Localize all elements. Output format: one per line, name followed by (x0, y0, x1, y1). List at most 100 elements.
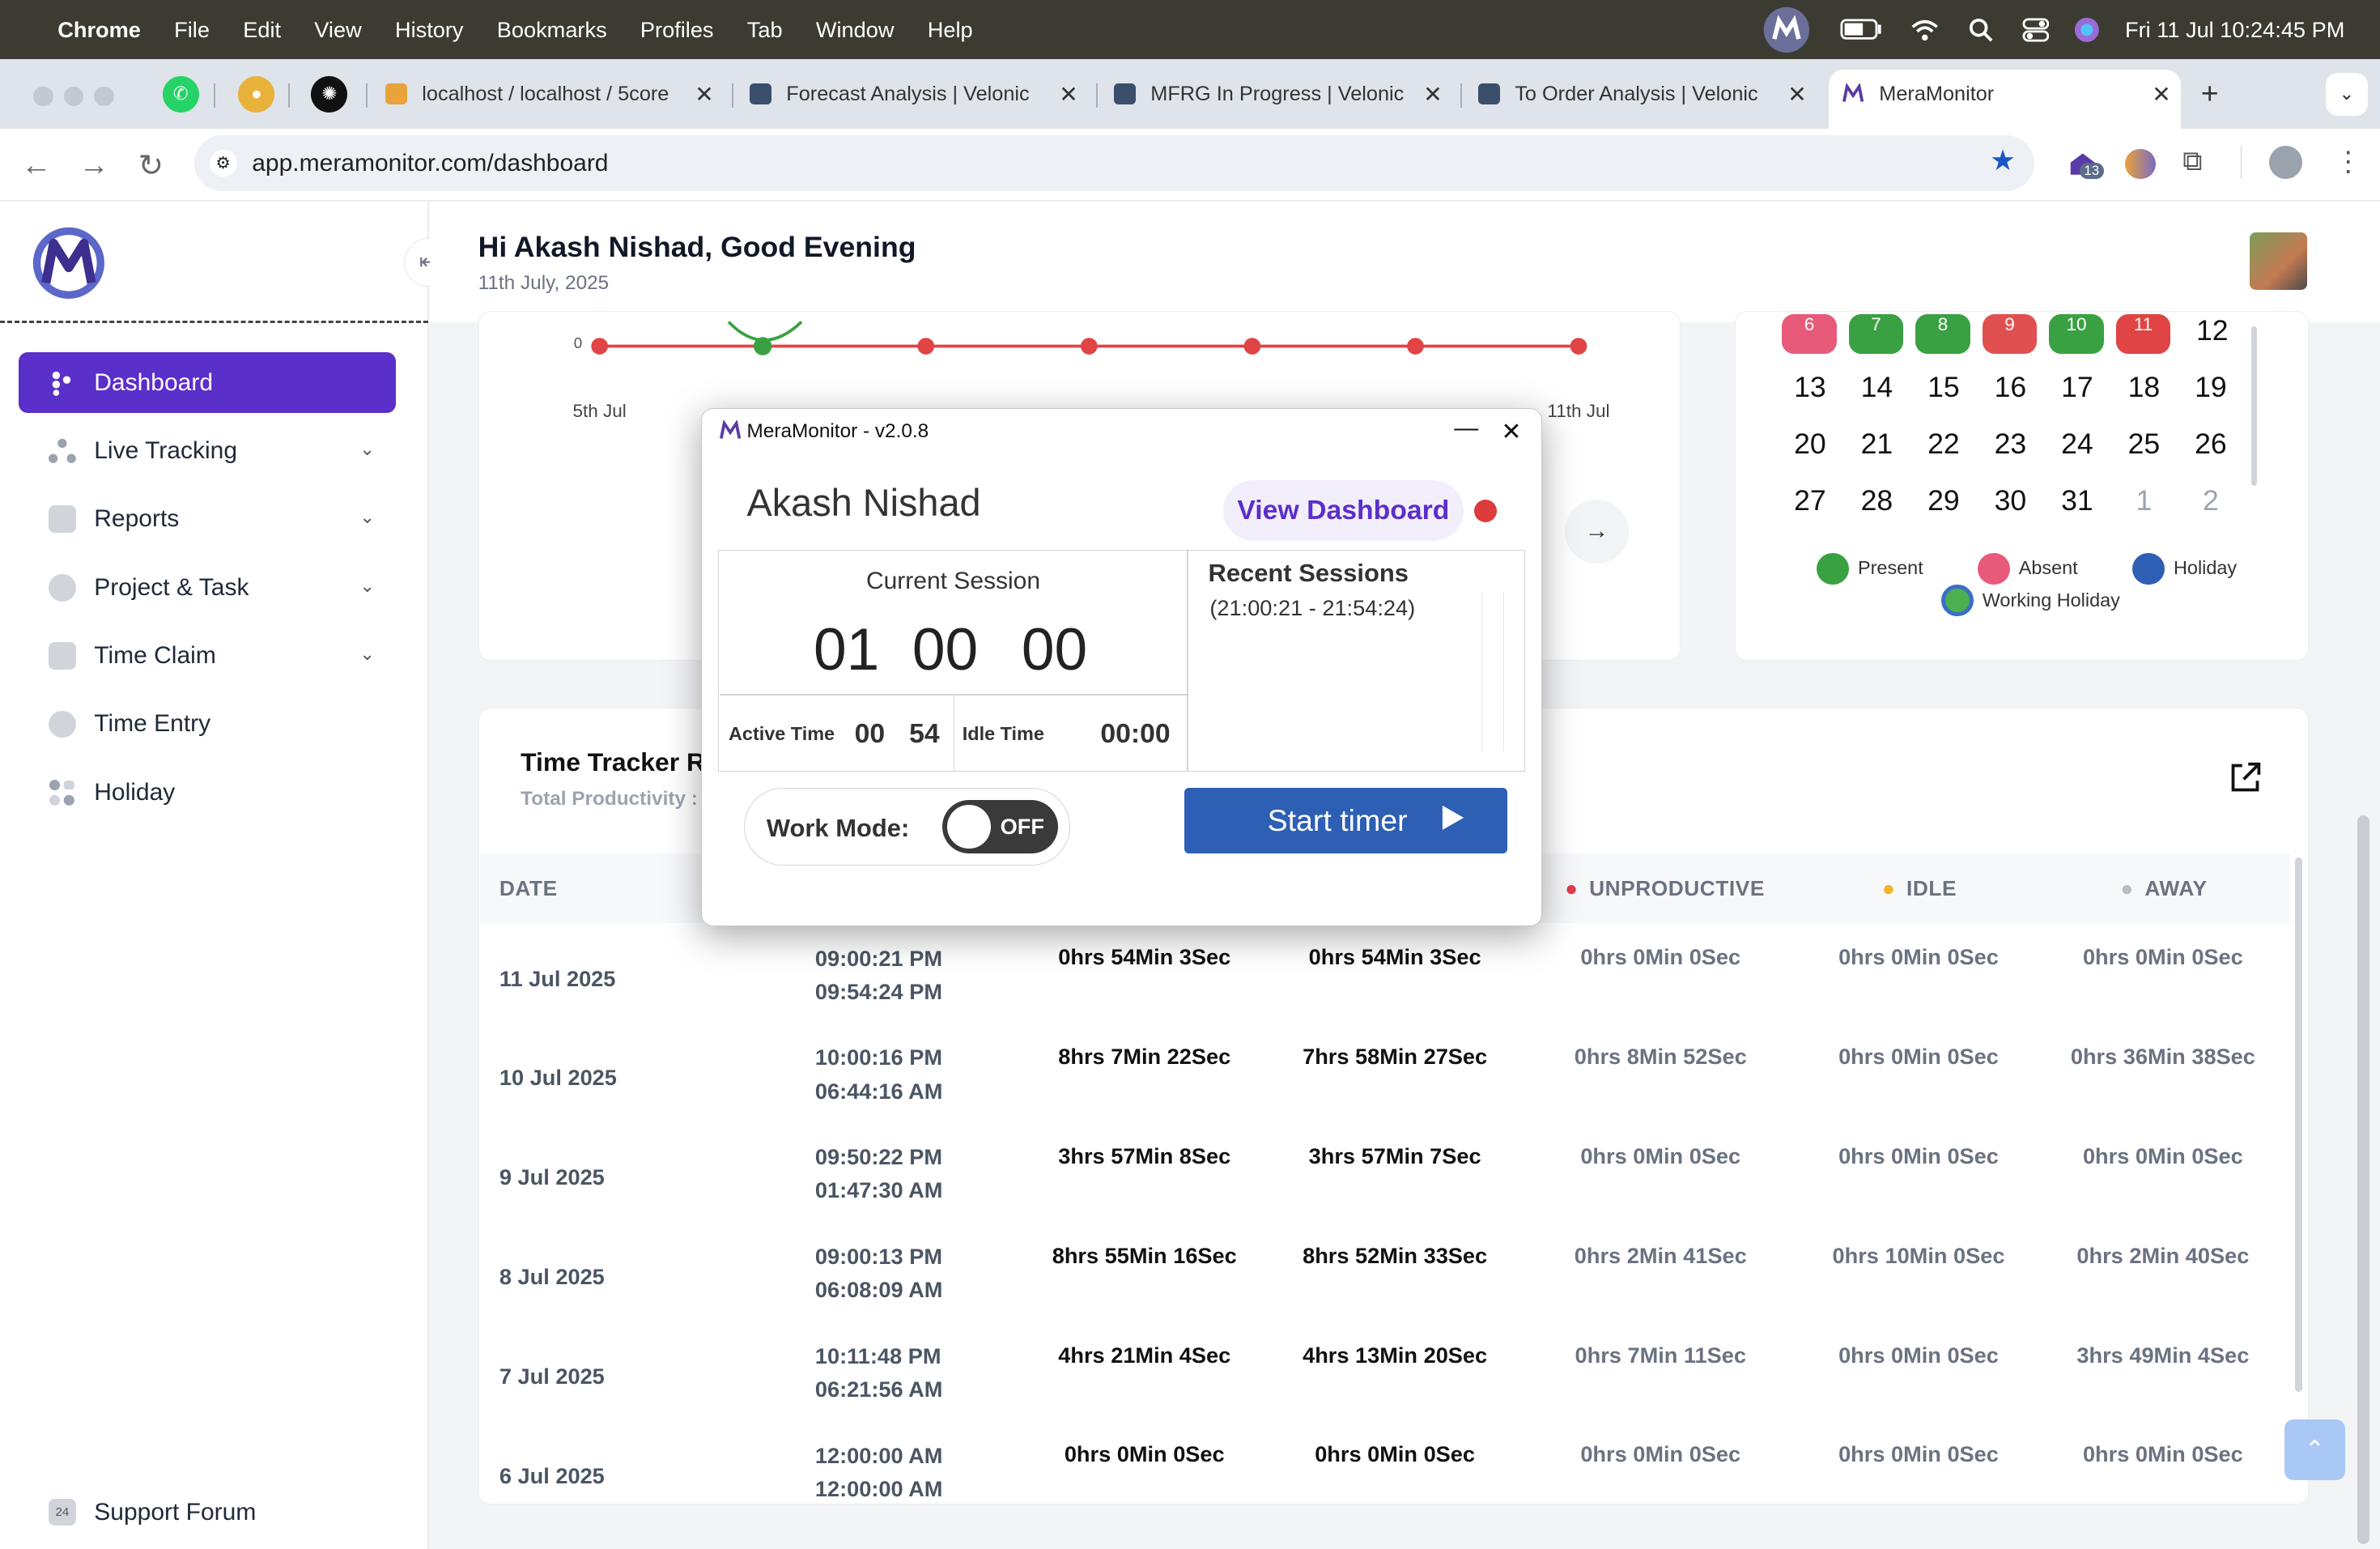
calendar-day[interactable]: 18 (2118, 371, 2171, 416)
window-close-button[interactable] (33, 86, 53, 107)
calendar-day-status[interactable]: 10 (2049, 314, 2104, 354)
tab-mfrg-in-progress[interactable]: MFRG In Progress | Velonic ✕ (1114, 70, 1448, 118)
calendar-day[interactable]: 2 (2184, 484, 2238, 530)
chart-point[interactable] (591, 338, 608, 355)
tab-close-icon[interactable]: ✕ (1782, 81, 1813, 108)
calendar-day[interactable]: 17 (2051, 371, 2104, 416)
menu-profiles[interactable]: Profiles (640, 17, 714, 43)
back-arrow-icon[interactable]: ← (21, 147, 52, 182)
popup-minimize-button[interactable]: — (1454, 415, 1478, 442)
sidebar-item-project-task[interactable]: Project & Task ⌄ (19, 557, 397, 618)
calendar-day-status[interactable]: 8 (1915, 314, 1970, 354)
menu-tab[interactable]: Tab (747, 17, 783, 43)
sidebar-item-reports[interactable]: Reports ⌄ (19, 489, 397, 550)
menu-view[interactable]: View (314, 17, 361, 43)
pinned-tab-whatsapp-icon[interactable]: ✆ (162, 75, 199, 113)
calendar-day[interactable]: 12 (2186, 314, 2239, 360)
tab-forecast-analysis[interactable]: Forecast Analysis | Velonic ✕ (750, 70, 1084, 118)
wifi-icon[interactable] (1910, 0, 1940, 59)
user-avatar[interactable] (2249, 232, 2307, 291)
new-tab-button[interactable]: + (2201, 76, 2219, 111)
menu-help[interactable]: Help (928, 17, 973, 43)
chart-point[interactable] (1243, 338, 1261, 355)
sidebar-item-live-tracking[interactable]: Live Tracking ⌄ (19, 420, 397, 481)
address-bar[interactable]: ⚙ app.meramonitor.com/dashboard ★ (194, 134, 2034, 192)
calendar-day[interactable]: 14 (1851, 371, 1904, 416)
siri-icon[interactable] (2073, 0, 2101, 59)
calendar-day-status[interactable]: 9 (1982, 314, 2038, 354)
calendar-day[interactable]: 22 (1917, 428, 1970, 473)
calendar-day[interactable]: 24 (2051, 428, 2104, 473)
menubar-clock[interactable]: Fri 11 Jul 10:24:45 PM (2125, 0, 2344, 59)
page-scrollbar[interactable] (2357, 815, 2369, 1544)
calendar-day[interactable]: 1 (2118, 484, 2171, 530)
chart-point[interactable] (1407, 338, 1424, 355)
tab-meramonitor[interactable]: MeraMonitor ✕ (1842, 70, 2177, 118)
chart-point[interactable] (917, 338, 935, 355)
chart-point[interactable] (1570, 338, 1587, 355)
table-scrollbar[interactable] (2295, 857, 2303, 1393)
battery-icon[interactable] (1839, 0, 1883, 59)
start-timer-button[interactable]: Start timer (1184, 788, 1507, 853)
menu-edit[interactable]: Edit (243, 17, 281, 43)
calendar-day[interactable]: 28 (1851, 484, 1904, 530)
kebab-menu-icon[interactable]: ⋮ (2335, 146, 2362, 178)
calendar-day[interactable]: 23 (1984, 428, 2038, 473)
tab-close-icon[interactable]: ✕ (1417, 81, 1448, 108)
forward-arrow-icon[interactable]: → (79, 147, 110, 182)
window-zoom-button[interactable] (94, 86, 114, 107)
meramonitor-tray-icon[interactable] (1761, 0, 1813, 59)
calendar-scrollbar[interactable] (2250, 326, 2258, 486)
calendar-day-status[interactable]: 11 (2115, 314, 2171, 354)
chart-next-arrow-icon[interactable]: → (1565, 499, 1629, 564)
tab-to-order-analysis[interactable]: To Order Analysis | Velonic ✕ (1478, 70, 1813, 118)
calendar-day[interactable]: 25 (2118, 428, 2171, 473)
menu-window[interactable]: Window (816, 17, 895, 43)
calendar-day[interactable]: 30 (1984, 484, 2038, 530)
calendar-day-status[interactable]: 7 (1848, 314, 1904, 354)
site-info-icon[interactable]: ⚙ (209, 149, 237, 177)
popup-close-button[interactable]: ✕ (1501, 418, 1521, 446)
calendar-day[interactable]: 29 (1917, 484, 1970, 530)
scroll-to-top-button[interactable]: ⌃ (2284, 1419, 2345, 1481)
tab-close-icon[interactable]: ✕ (689, 81, 720, 108)
meramonitor-logo[interactable] (31, 225, 107, 308)
url-text[interactable]: app.meramonitor.com/dashboard (252, 150, 608, 177)
sidebar-item-holiday[interactable]: Holiday (19, 762, 397, 823)
tab-search-chevron-icon[interactable]: ⌄ (2325, 73, 2368, 116)
sidebar-item-support-forum[interactable]: 24 Support Forum (19, 1482, 397, 1543)
chart-point[interactable] (1081, 338, 1098, 355)
tab-phpmyadmin[interactable]: localhost / localhost / 5core ✕ (385, 70, 720, 118)
calendar-day[interactable]: 20 (1783, 428, 1837, 473)
view-dashboard-button[interactable]: View Dashboard (1223, 479, 1464, 541)
menu-file[interactable]: File (174, 17, 210, 43)
menu-history[interactable]: History (395, 17, 464, 43)
sidebar-item-dashboard[interactable]: Dashboard (18, 352, 397, 413)
open-external-icon[interactable] (2227, 760, 2263, 796)
calendar-day[interactable]: 31 (2051, 484, 2104, 530)
pinned-tab-app-icon[interactable]: ● (238, 75, 275, 113)
menu-app[interactable]: Chrome (57, 17, 141, 43)
calendar-day[interactable]: 15 (1917, 371, 1970, 416)
calendar-day[interactable]: 21 (1851, 428, 1904, 473)
calendar-day[interactable]: 19 (2184, 371, 2238, 416)
spotlight-search-icon[interactable] (1969, 0, 1993, 59)
calendar-day[interactable]: 13 (1783, 371, 1837, 416)
calendar-day-status[interactable]: 6 (1782, 314, 1837, 354)
calendar-day[interactable]: 16 (1984, 371, 2038, 416)
extension-icon[interactable] (2125, 148, 2156, 180)
chart-point[interactable] (753, 337, 772, 355)
puzzle-extensions-icon[interactable]: ⧉ (2182, 146, 2202, 177)
calendar-day[interactable]: 26 (2184, 428, 2238, 473)
sidebar-item-time-claim[interactable]: Time Claim ⌄ (19, 626, 397, 687)
extension-badge-icon[interactable]: 13 (2068, 147, 2104, 179)
control-center-icon[interactable] (2021, 0, 2050, 59)
calendar-day[interactable]: 27 (1783, 484, 1837, 530)
pinned-tab-openai-icon[interactable]: ✺ (311, 75, 348, 113)
recent-sessions-scrollbar[interactable] (1481, 592, 1505, 752)
tab-close-icon[interactable]: ✕ (2146, 81, 2177, 108)
sidebar-item-time-entry[interactable]: Time Entry (19, 694, 397, 755)
bookmark-star-icon[interactable]: ★ (1990, 144, 2016, 177)
tab-close-icon[interactable]: ✕ (1053, 81, 1084, 108)
work-mode-toggle[interactable]: OFF (942, 800, 1058, 853)
